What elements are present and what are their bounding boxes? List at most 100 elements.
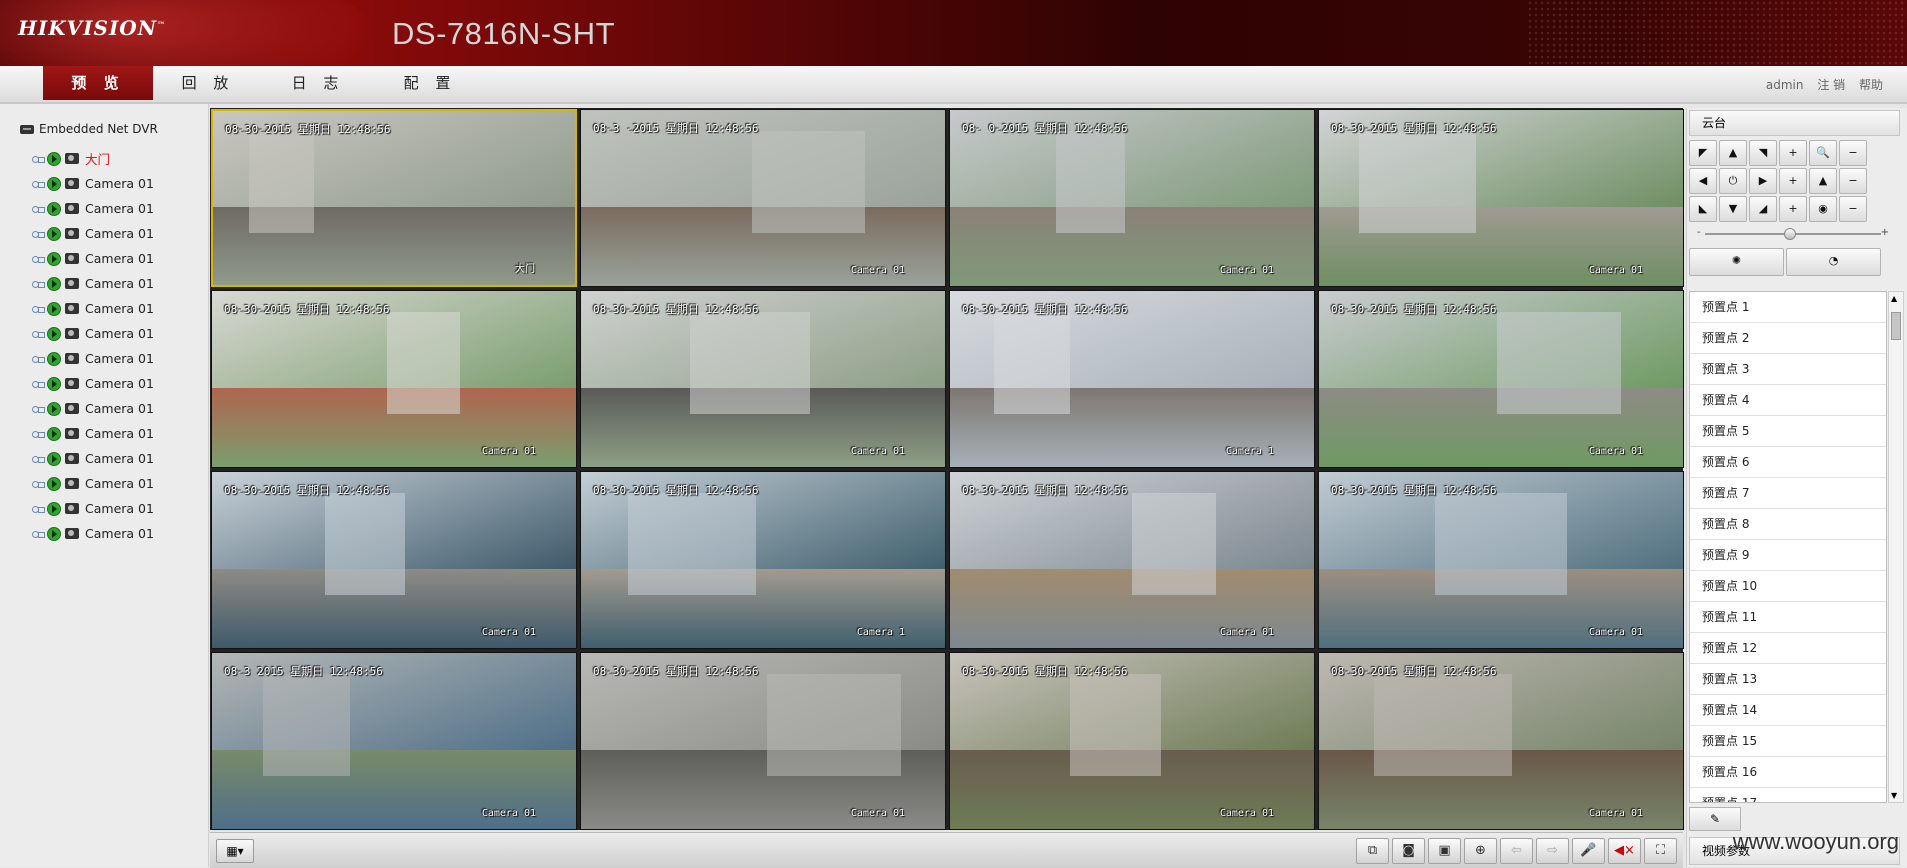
play-icon[interactable] xyxy=(47,151,61,166)
play-icon[interactable] xyxy=(47,451,61,466)
camera-item[interactable]: Camera 01 xyxy=(32,396,154,421)
prev-page-button[interactable]: ⇦ xyxy=(1500,838,1533,864)
preset-item[interactable]: 预置点 11 xyxy=(1690,602,1886,633)
ptz-speed-slider[interactable]: - + xyxy=(1697,227,1889,241)
camera-item[interactable]: Camera 01 xyxy=(32,346,154,371)
camera-item[interactable]: Camera 01 xyxy=(32,471,154,496)
play-icon[interactable] xyxy=(47,426,61,441)
video-tile[interactable]: 08-30-2015 星期日 12:48:56 Camera 01 xyxy=(580,290,946,468)
video-tile[interactable]: 08- 0-2015 星期日 12:48:56 Camera 01 xyxy=(949,109,1315,287)
video-tile[interactable]: 08-30-2015 星期日 12:48:56 Camera 01 xyxy=(1318,471,1684,649)
tab-playback[interactable]: 回 放 xyxy=(153,66,263,100)
preset-item[interactable]: 预置点 3 xyxy=(1690,354,1886,385)
tab-preview[interactable]: 预 览 xyxy=(43,66,153,100)
camera-item[interactable]: Camera 01 xyxy=(32,196,154,221)
play-icon[interactable] xyxy=(47,251,61,266)
tree-root[interactable]: Embedded Net DVR xyxy=(20,122,158,136)
ptz-up-button[interactable]: ▲ xyxy=(1719,140,1747,166)
camera-item[interactable]: Camera 01 xyxy=(32,521,154,546)
preset-item[interactable]: 预置点 1 xyxy=(1690,292,1886,323)
preset-scrollbar[interactable]: ▲ ▼ xyxy=(1888,291,1904,803)
preset-item[interactable]: 预置点 5 xyxy=(1690,416,1886,447)
preset-item[interactable]: 预置点 2 xyxy=(1690,323,1886,354)
play-icon[interactable] xyxy=(47,201,61,216)
tab-config[interactable]: 配 置 xyxy=(375,66,485,100)
ptz-down-right-button[interactable]: ◢ xyxy=(1749,196,1777,222)
play-icon[interactable] xyxy=(47,276,61,291)
light-button[interactable]: ✺ xyxy=(1689,248,1784,276)
video-tile[interactable]: 08-30-2015 星期日 12:48:56 Camera 01 xyxy=(211,290,577,468)
play-icon[interactable] xyxy=(47,476,61,491)
zoom-out-button[interactable]: − xyxy=(1839,140,1867,166)
fullscreen-button[interactable]: ⛶ xyxy=(1644,838,1677,864)
preset-call-button[interactable]: ✎ xyxy=(1689,807,1741,831)
preset-item[interactable]: 预置点 13 xyxy=(1690,664,1886,695)
ptz-up-right-button[interactable]: ◥ xyxy=(1749,140,1777,166)
volume-button[interactable]: ◀× xyxy=(1608,838,1641,864)
ptz-down-left-button[interactable]: ◣ xyxy=(1689,196,1717,222)
video-tile[interactable]: 08-30-2015 星期日 12:48:56 Camera 1 xyxy=(949,290,1315,468)
snapshot-button[interactable]: ◙ xyxy=(1392,838,1425,864)
play-icon[interactable] xyxy=(47,526,61,541)
preset-item[interactable]: 预置点 15 xyxy=(1690,726,1886,757)
ptz-right-button[interactable]: ▶ xyxy=(1749,168,1777,194)
ptz-auto-button[interactable]: ⏻ xyxy=(1719,168,1747,194)
wiper-button[interactable]: ◔ xyxy=(1786,248,1881,276)
video-tile[interactable]: 08-30-2015 星期日 12:48:56 Camera 01 xyxy=(1318,109,1684,287)
scroll-up-icon[interactable]: ▲ xyxy=(1891,294,1897,303)
play-icon[interactable] xyxy=(47,301,61,316)
ptz-down-button[interactable]: ▼ xyxy=(1719,196,1747,222)
video-tile[interactable]: 08-30-2015 星期日 12:48:56 Camera 01 xyxy=(949,652,1315,830)
camera-item[interactable]: Camera 01 xyxy=(32,371,154,396)
record-button[interactable]: ▣ xyxy=(1428,838,1461,864)
iris-open-button[interactable]: + xyxy=(1779,196,1807,222)
zoom-in-button[interactable]: + xyxy=(1779,140,1807,166)
video-tile[interactable]: 08-30-2015 星期日 12:48:56 Camera 01 xyxy=(211,471,577,649)
camera-item[interactable]: Camera 01 xyxy=(32,246,154,271)
camera-item[interactable]: Camera 01 xyxy=(32,171,154,196)
tab-log[interactable]: 日 志 xyxy=(263,66,373,100)
camera-item[interactable]: Camera 01 xyxy=(32,296,154,321)
preset-item[interactable]: 预置点 7 xyxy=(1690,478,1886,509)
play-icon[interactable] xyxy=(47,226,61,241)
camera-item[interactable]: Camera 01 xyxy=(32,321,154,346)
focus-far-button[interactable]: − xyxy=(1839,168,1867,194)
preset-item[interactable]: 预置点 9 xyxy=(1690,540,1886,571)
camera-item[interactable]: Camera 01 xyxy=(32,421,154,446)
camera-item[interactable]: 大门 xyxy=(32,146,154,171)
focus-near-button[interactable]: + xyxy=(1779,168,1807,194)
video-tile[interactable]: 08-30-2015 星期日 12:48:56 Camera 01 xyxy=(580,652,946,830)
video-tile[interactable]: 08-30-2015 星期日 12:48:56 Camera 01 xyxy=(1318,652,1684,830)
play-icon[interactable] xyxy=(47,376,61,391)
preset-item[interactable]: 预置点 14 xyxy=(1690,695,1886,726)
next-page-button[interactable]: ⇨ xyxy=(1536,838,1569,864)
scroll-down-icon[interactable]: ▼ xyxy=(1891,791,1897,800)
preset-item[interactable]: 预置点 4 xyxy=(1690,385,1886,416)
logout-link[interactable]: 注 销 xyxy=(1817,78,1845,92)
preset-item[interactable]: 预置点 12 xyxy=(1690,633,1886,664)
iris-close-button[interactable]: − xyxy=(1839,196,1867,222)
preset-item[interactable]: 预置点 6 xyxy=(1690,447,1886,478)
video-tile[interactable]: 08-30-2015 星期日 12:48:56 大门 xyxy=(211,109,577,287)
camera-item[interactable]: Camera 01 xyxy=(32,496,154,521)
scroll-thumb[interactable] xyxy=(1891,312,1901,340)
video-tile[interactable]: 08-3 2015 星期日 12:48:56 Camera 01 xyxy=(211,652,577,830)
camera-item[interactable]: Camera 01 xyxy=(32,446,154,471)
ptz-up-left-button[interactable]: ◤ xyxy=(1689,140,1717,166)
preset-item[interactable]: 预置点 17 xyxy=(1690,788,1886,802)
video-tile[interactable]: 08-30-2015 星期日 12:48:56 Camera 01 xyxy=(1318,290,1684,468)
stop-all-button[interactable]: ⧉ xyxy=(1356,838,1389,864)
video-tile[interactable]: 08-30-2015 星期日 12:48:56 Camera 1 xyxy=(580,471,946,649)
play-icon[interactable] xyxy=(47,326,61,341)
preset-item[interactable]: 预置点 10 xyxy=(1690,571,1886,602)
preset-item[interactable]: 预置点 16 xyxy=(1690,757,1886,788)
help-link[interactable]: 帮助 xyxy=(1859,78,1883,92)
microphone-button[interactable]: 🎤 xyxy=(1572,838,1605,864)
camera-item[interactable]: Camera 01 xyxy=(32,221,154,246)
layout-select-button[interactable]: ▦▾ xyxy=(216,839,254,863)
play-icon[interactable] xyxy=(47,176,61,191)
preset-item[interactable]: 预置点 8 xyxy=(1690,509,1886,540)
play-icon[interactable] xyxy=(47,401,61,416)
ptz-left-button[interactable]: ◀ xyxy=(1689,168,1717,194)
play-icon[interactable] xyxy=(47,501,61,516)
